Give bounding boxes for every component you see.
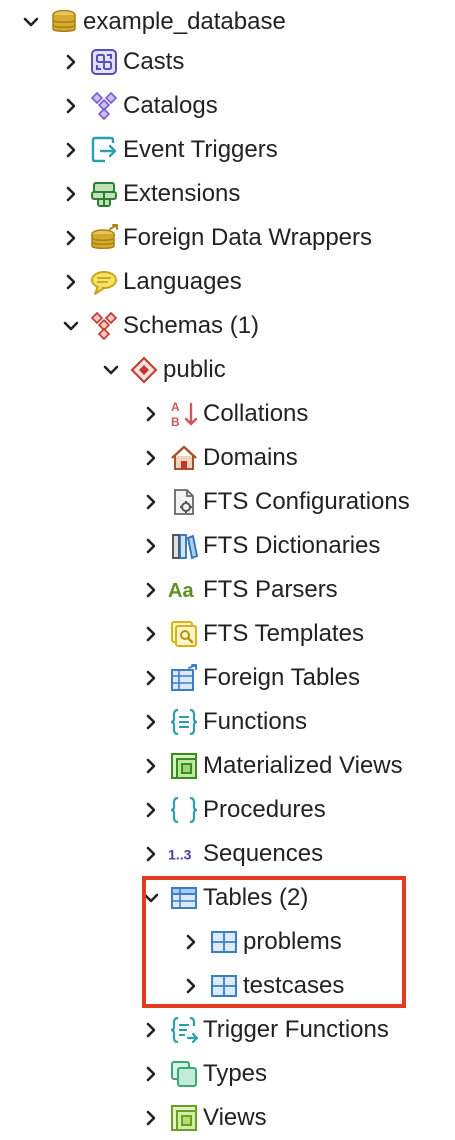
chevron-right-icon[interactable] <box>140 667 162 689</box>
tree-node-label: example_database <box>83 8 286 35</box>
tree-node-views[interactable]: Views <box>140 1096 267 1140</box>
foreign-tables-icon <box>168 662 200 694</box>
tree-node-catalogs[interactable]: Catalogs <box>60 84 218 128</box>
functions-icon <box>168 706 200 738</box>
chevron-right-icon[interactable] <box>140 1019 162 1041</box>
extensions-icon <box>88 178 120 210</box>
tree-node-fts-configurations[interactable]: FTS Configurations <box>140 480 410 524</box>
languages-icon <box>88 266 120 298</box>
tree-node-extensions[interactable]: Extensions <box>60 172 240 216</box>
event-triggers-icon <box>88 134 120 166</box>
tree-node-public[interactable]: public <box>100 348 226 392</box>
tree-node-sequences[interactable]: 1..3 Sequences <box>140 832 323 876</box>
chevron-right-icon[interactable] <box>140 843 162 865</box>
tree-node-label: FTS Configurations <box>203 488 410 515</box>
chevron-right-icon[interactable] <box>60 271 82 293</box>
tree-node-label: Foreign Data Wrappers <box>123 224 372 251</box>
fts-parsers-icon: Aa <box>168 574 200 606</box>
tree-node-label: Extensions <box>123 180 241 207</box>
tree-node-fts-parsers[interactable]: Aa FTS Parsers <box>140 568 338 612</box>
casts-icon <box>88 46 120 78</box>
tree-node-types[interactable]: Types <box>140 1052 267 1096</box>
types-icon <box>168 1058 200 1090</box>
chevron-right-icon[interactable] <box>140 1063 162 1085</box>
sequences-icon-text: 1..3 <box>168 847 192 863</box>
chevron-right-icon[interactable] <box>140 579 162 601</box>
tree-node-label: FTS Parsers <box>203 576 338 603</box>
database-icon <box>48 6 80 38</box>
schemas-icon <box>88 310 120 342</box>
highlight-box <box>142 876 406 1008</box>
tree-node-label: Trigger Functions <box>203 1016 389 1043</box>
tree-node-casts[interactable]: Casts <box>60 40 184 84</box>
tree-node-collations[interactable]: A B Collations <box>140 392 308 436</box>
fts-dictionaries-icon <box>168 530 200 562</box>
schema-icon <box>128 354 160 386</box>
chevron-right-icon[interactable] <box>60 183 82 205</box>
chevron-right-icon[interactable] <box>140 535 162 557</box>
tree-node-label: Event Triggers <box>123 136 278 163</box>
chevron-right-icon[interactable] <box>140 711 162 733</box>
sequences-icon: 1..3 <box>168 838 200 870</box>
tree-node-fts-templates[interactable]: FTS Templates <box>140 612 364 656</box>
views-icon <box>168 1102 200 1134</box>
tree-node-languages[interactable]: Languages <box>60 260 242 304</box>
tree-node-label: Catalogs <box>123 92 218 119</box>
chevron-right-icon[interactable] <box>140 403 162 425</box>
chevron-right-icon[interactable] <box>60 139 82 161</box>
tree-node-foreign-data-wrappers[interactable]: Foreign Data Wrappers <box>60 216 372 260</box>
chevron-right-icon[interactable] <box>140 1107 162 1129</box>
chevron-down-icon[interactable] <box>60 315 82 337</box>
chevron-right-icon[interactable] <box>140 447 162 469</box>
tree-node-label: FTS Templates <box>203 620 364 647</box>
tree-node-label: Sequences <box>203 840 324 867</box>
fts-parsers-icon-text: Aa <box>168 580 194 602</box>
chevron-down-icon[interactable] <box>20 11 42 33</box>
chevron-right-icon[interactable] <box>140 755 162 777</box>
foreign-data-wrappers-icon <box>88 222 120 254</box>
tree-node-label: Foreign Tables <box>203 664 360 691</box>
tree-node-foreign-tables[interactable]: Foreign Tables <box>140 656 360 700</box>
tree-node-example-database[interactable]: example_database <box>20 0 286 44</box>
tree-node-label: public <box>163 356 226 383</box>
tree-node-fts-dictionaries[interactable]: FTS Dictionaries <box>140 524 380 568</box>
materialized-views-icon <box>168 750 200 782</box>
tree-node-label: Procedures <box>203 796 326 823</box>
collations-icon-letter-a: A <box>171 400 180 414</box>
domains-icon <box>168 442 200 474</box>
chevron-down-icon[interactable] <box>100 359 122 381</box>
fts-templates-icon <box>168 618 200 650</box>
tree-node-label: Materialized Views <box>203 752 403 779</box>
trigger-functions-icon <box>168 1014 200 1046</box>
procedures-icon <box>168 794 200 826</box>
tree-node-procedures[interactable]: Procedures <box>140 788 326 832</box>
collations-icon: A B <box>168 398 200 430</box>
tree-node-trigger-functions[interactable]: Trigger Functions <box>140 1008 389 1052</box>
tree-node-label: Collations <box>203 400 309 427</box>
chevron-right-icon[interactable] <box>140 623 162 645</box>
collations-icon-letter-b: B <box>171 415 180 429</box>
chevron-right-icon[interactable] <box>60 95 82 117</box>
catalogs-icon <box>88 90 120 122</box>
tree-node-label: Languages <box>123 268 242 295</box>
tree-node-schemas[interactable]: Schemas (1) <box>60 304 259 348</box>
tree-node-domains[interactable]: Domains <box>140 436 298 480</box>
tree-node-label: Schemas (1) <box>123 312 260 339</box>
tree-node-event-triggers[interactable]: Event Triggers <box>60 128 278 172</box>
tree-node-label: Domains <box>203 444 298 471</box>
tree-node-label: FTS Dictionaries <box>203 532 381 559</box>
chevron-right-icon[interactable] <box>60 51 82 73</box>
tree-node-functions[interactable]: Functions <box>140 700 307 744</box>
tree-node-label: Casts <box>123 48 185 75</box>
tree-node-label: Functions <box>203 708 308 735</box>
chevron-right-icon[interactable] <box>140 799 162 821</box>
chevron-right-icon[interactable] <box>60 227 82 249</box>
tree-node-label: Types <box>203 1060 268 1087</box>
tree-node-materialized-views[interactable]: Materialized Views <box>140 744 403 788</box>
fts-configurations-icon <box>168 486 200 518</box>
chevron-right-icon[interactable] <box>140 491 162 513</box>
tree-node-label: Views <box>203 1104 267 1131</box>
